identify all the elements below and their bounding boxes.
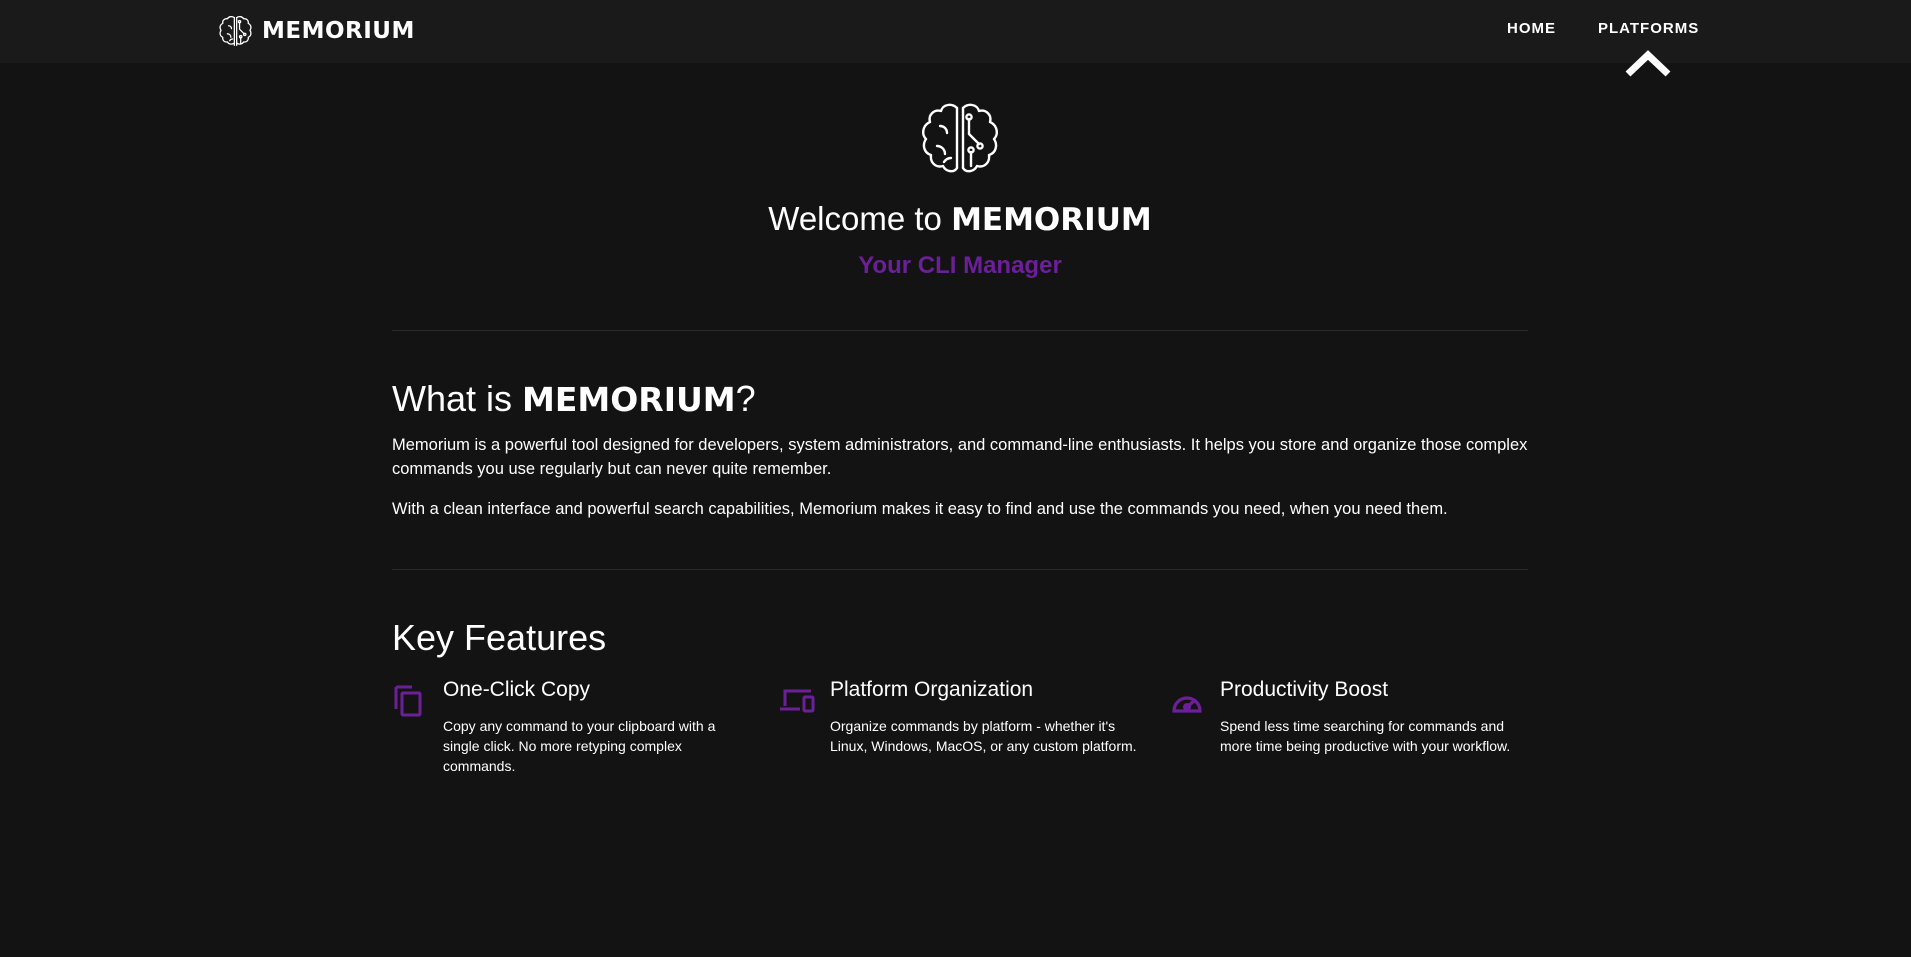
brain-circuit-icon (922, 103, 998, 173)
about-heading-brand: MEMORIUM (522, 380, 736, 419)
about-heading-prefix: What is (392, 378, 523, 419)
chevron-up-icon (1625, 50, 1671, 77)
hero-title-brand: MEMORIUM (951, 202, 1152, 238)
feature-title: Platform Organization (830, 678, 1034, 701)
hero-subtitle: Your CLI Manager (858, 252, 1062, 279)
features-heading: Key Features (392, 617, 607, 658)
feature-title: One-Click Copy (443, 678, 591, 701)
nav-home-link[interactable]: HOME (1507, 20, 1556, 37)
nav-platforms-link[interactable]: PLATFORMS (1598, 20, 1699, 37)
about-paragraph: With a clean interface and powerful sear… (392, 500, 1448, 518)
copy-icon (394, 685, 422, 717)
about-paragraph: Memorium is a powerful tool designed for… (392, 436, 1528, 478)
about-heading: What is MEMORIUM? (392, 378, 756, 420)
feature-description: Spend less time searching for commands a… (1220, 718, 1511, 754)
speedometer-icon (1172, 696, 1202, 713)
about-heading-suffix: ? (735, 378, 756, 419)
feature-description: Copy any command to your clipboard with … (443, 718, 716, 774)
feature-description: Organize commands by platform - whether … (830, 718, 1137, 754)
hero-title: Welcome to MEMORIUM (0, 200, 1911, 238)
feature-title: Productivity Boost (1220, 678, 1389, 701)
hero-title-prefix: Welcome to (768, 200, 952, 237)
section-divider (392, 330, 1528, 331)
brand-home-link[interactable]: MEMORIUM (217, 12, 415, 50)
devices-icon (780, 689, 815, 713)
brand-name: MEMORIUM (262, 18, 415, 44)
brain-circuit-icon (219, 15, 252, 46)
section-divider (392, 569, 1528, 570)
